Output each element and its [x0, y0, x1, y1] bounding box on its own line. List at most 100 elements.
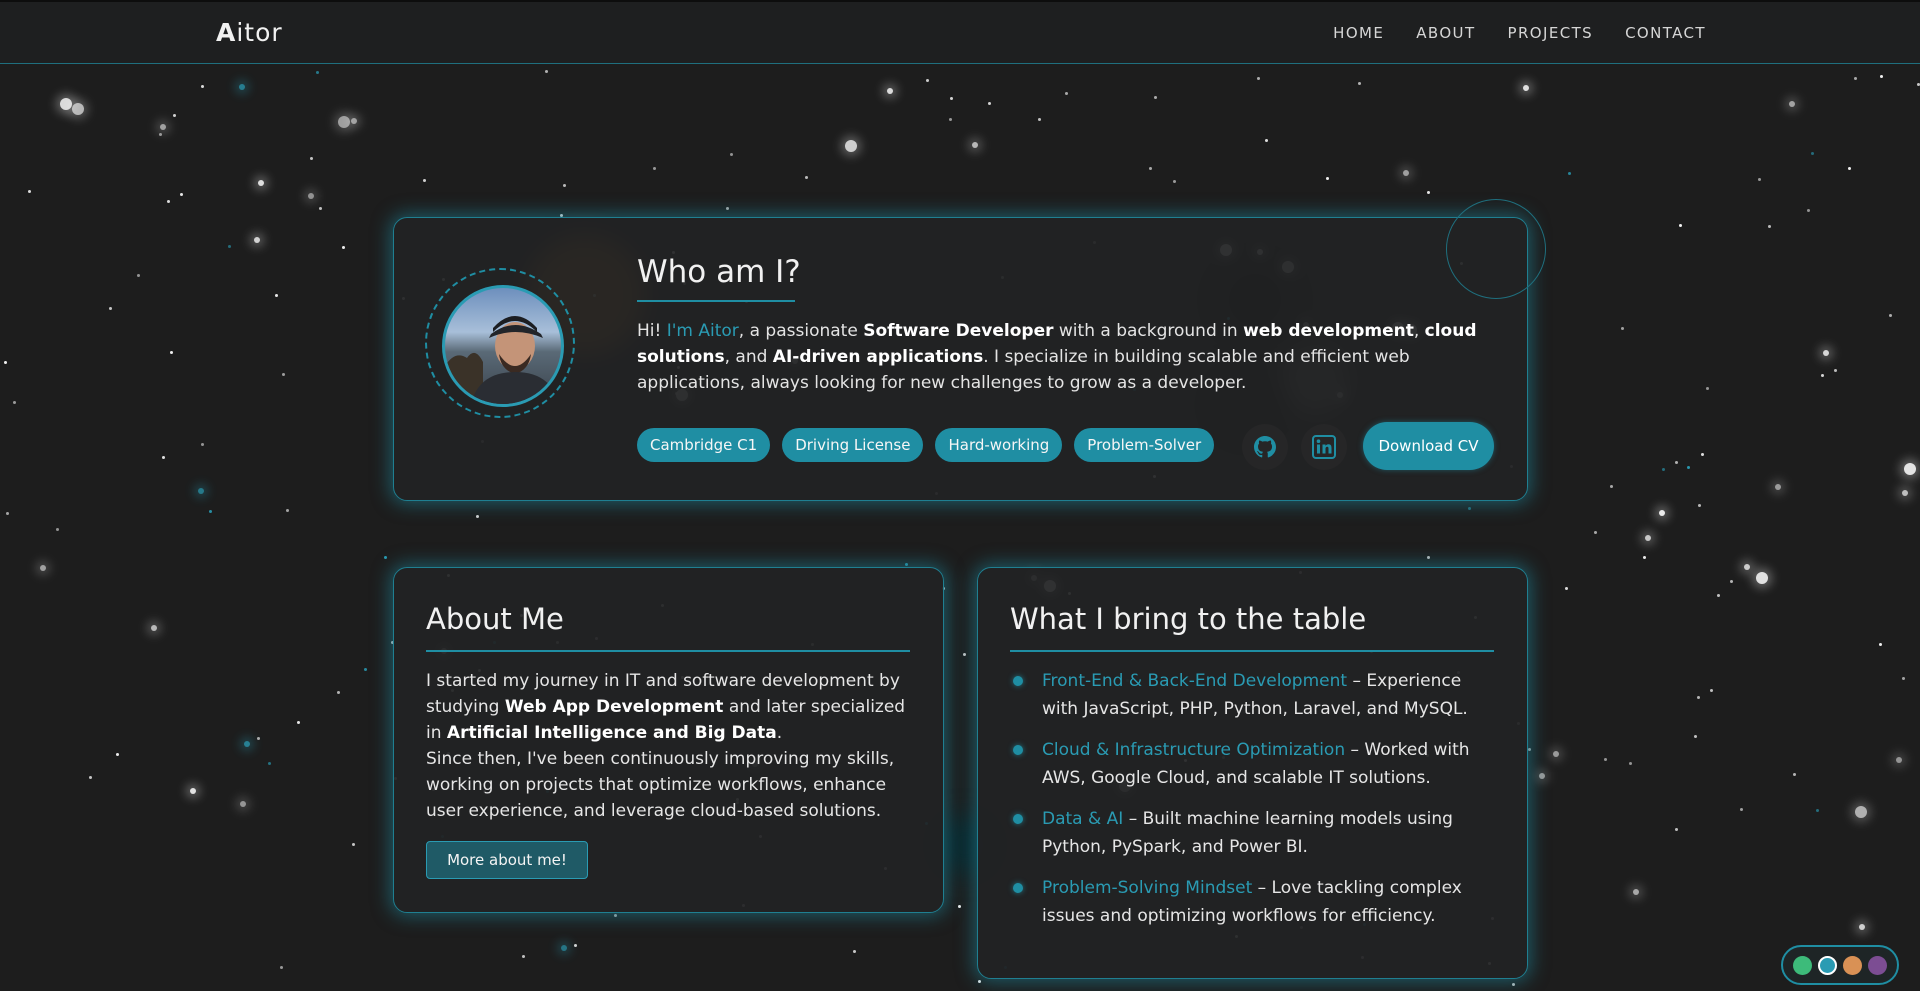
star [201, 442, 205, 446]
theme-color-picker [1781, 945, 1899, 985]
nav-about-link[interactable]: ABOUT [1416, 24, 1475, 42]
star [1854, 805, 1867, 818]
star [162, 455, 166, 459]
hero-title: Who am I? [637, 254, 801, 290]
star [180, 193, 184, 197]
star [310, 157, 313, 161]
star [1675, 828, 1679, 832]
list-item: Cloud & Infrastructure Optimization – Wo… [1010, 736, 1500, 792]
about-text: I started my journey in IT and software … [426, 671, 906, 821]
star [1553, 751, 1560, 757]
brand-logo[interactable]: Aitor [216, 18, 283, 47]
star [1901, 490, 1908, 497]
star [1775, 484, 1782, 491]
star [1603, 758, 1607, 762]
download-cv-button[interactable]: Download CV [1363, 422, 1494, 470]
star [1687, 466, 1691, 469]
star [1678, 224, 1682, 227]
star [1632, 888, 1639, 895]
star [1426, 191, 1430, 195]
star [209, 510, 213, 514]
star [1148, 167, 1152, 171]
github-button[interactable] [1242, 424, 1288, 470]
star [957, 904, 961, 908]
star [55, 527, 59, 531]
bring-list: Front-End & Back-End Development – Exper… [1010, 667, 1500, 943]
star [1854, 77, 1858, 81]
theme-swatch-orange[interactable] [1843, 955, 1862, 975]
star [905, 563, 909, 567]
star [804, 175, 808, 179]
star [316, 70, 319, 74]
star [948, 117, 952, 121]
star [190, 787, 197, 794]
nav-home-link[interactable]: HOME [1333, 24, 1384, 42]
star [257, 180, 264, 186]
star [159, 124, 166, 130]
star [1628, 761, 1632, 765]
github-icon [1254, 436, 1276, 458]
star [350, 117, 357, 124]
linkedin-button[interactable] [1301, 424, 1347, 470]
more-about-button[interactable]: More about me! [426, 841, 588, 879]
bullet-icon [1013, 676, 1023, 686]
star [282, 373, 286, 377]
navbar: Aitor HOME ABOUT PROJECTS CONTACT [0, 0, 1920, 64]
star [562, 183, 566, 187]
about-title: About Me [426, 602, 564, 636]
star [1847, 166, 1851, 170]
decorative-ring [1446, 199, 1546, 299]
star [167, 200, 171, 204]
star [28, 189, 32, 193]
star [1901, 676, 1905, 680]
star [1716, 593, 1720, 597]
star [285, 509, 289, 512]
star [1888, 313, 1892, 317]
title-underline [1010, 650, 1494, 652]
bullet-icon [1013, 745, 1023, 755]
list-item: Data & AI – Built machine learning model… [1010, 805, 1500, 861]
star [342, 246, 345, 250]
star [1037, 118, 1041, 122]
avatar-ring [425, 268, 575, 418]
star [1064, 92, 1068, 96]
star [1357, 82, 1361, 86]
star [1661, 468, 1665, 472]
nav-projects-link[interactable]: PROJECTS [1508, 24, 1594, 42]
star [363, 667, 367, 671]
star [1758, 178, 1762, 181]
star [338, 116, 351, 129]
star [1609, 485, 1613, 489]
list-item: Problem-Solving Mindset – Love tackling … [1010, 874, 1500, 930]
star [336, 690, 340, 694]
star [275, 293, 279, 297]
nav-contact-link[interactable]: CONTACT [1625, 24, 1706, 42]
star [238, 84, 245, 90]
badge: Hard-working [935, 428, 1063, 462]
star [1426, 555, 1430, 559]
star [573, 943, 577, 947]
star [1903, 463, 1916, 476]
star [726, 207, 730, 210]
star [1705, 387, 1709, 391]
star [1564, 587, 1568, 591]
star [1173, 179, 1177, 183]
star [1820, 373, 1824, 377]
star [1620, 327, 1624, 331]
star [1710, 688, 1714, 692]
star [1523, 84, 1529, 91]
star [72, 102, 85, 115]
star [1697, 503, 1701, 507]
star [279, 965, 283, 969]
theme-swatch-purple[interactable] [1868, 955, 1887, 975]
star [476, 514, 480, 518]
star [1643, 556, 1646, 559]
theme-swatch-green[interactable] [1793, 955, 1812, 975]
theme-swatch-teal[interactable] [1818, 955, 1837, 975]
star [1833, 369, 1837, 373]
star [1730, 580, 1734, 584]
star [423, 179, 426, 183]
star [978, 979, 981, 983]
star [1788, 101, 1795, 108]
star [1744, 564, 1751, 571]
